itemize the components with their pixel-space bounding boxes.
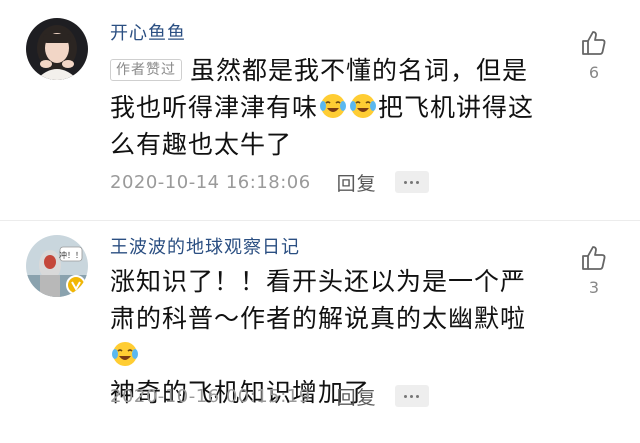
like-count: 3 xyxy=(588,278,600,297)
laugh-cry-emoji xyxy=(112,342,138,366)
comment-text-part: 涨知识了！！看开头还以为是一个严肃的科普～作者的解说真的太幽默啦 xyxy=(110,267,527,333)
author-liked-badge: 作者赞过 xyxy=(110,59,182,81)
comment-text: 作者赞过 虽然都是我不懂的名词，但是我也听得津津有味 把飞机讲得这么有趣也太牛了 xyxy=(110,52,550,163)
comment-item: 冲！！ 王波波的地球观察日记 涨知识了！！看开头还以为是一个严肃的科普～作者的解… xyxy=(0,221,640,443)
like-button[interactable]: 3 xyxy=(574,243,614,297)
avatar-photo xyxy=(26,18,88,80)
comment-author[interactable]: 王波波的地球观察日记 xyxy=(110,233,300,259)
reply-button[interactable]: 回复 xyxy=(337,383,377,410)
avatar[interactable] xyxy=(26,18,88,80)
laugh-cry-emoji xyxy=(320,94,347,118)
comment-author[interactable]: 开心鱼鱼 xyxy=(110,19,186,45)
more-dots-icon[interactable] xyxy=(394,385,429,407)
comment-meta: 2020-10-16 00:15:19 回复 xyxy=(110,382,429,410)
comment-timestamp: 2020-10-14 16:18:06 xyxy=(110,171,311,193)
avatar-bubble-text: 冲！！ xyxy=(59,250,83,260)
comment-item: 开心鱼鱼 作者赞过 虽然都是我不懂的名词，但是我也听得津津有味 把飞机讲得这么有趣也… xyxy=(0,0,640,221)
laugh-cry-emoji xyxy=(350,94,377,118)
like-button[interactable]: 6 xyxy=(574,28,614,82)
reply-button[interactable]: 回复 xyxy=(337,169,377,196)
thumb-up-icon xyxy=(582,31,606,55)
thumb-up-icon xyxy=(582,246,606,270)
comment-meta: 2020-10-14 16:18:06 回复 xyxy=(110,168,429,196)
like-count: 6 xyxy=(588,63,600,82)
avatar-photo: 冲！！ xyxy=(26,235,88,297)
more-dots-icon[interactable] xyxy=(394,171,429,193)
comment-timestamp: 2020-10-16 00:15:19 xyxy=(110,385,311,407)
avatar[interactable]: 冲！！ xyxy=(26,235,88,297)
